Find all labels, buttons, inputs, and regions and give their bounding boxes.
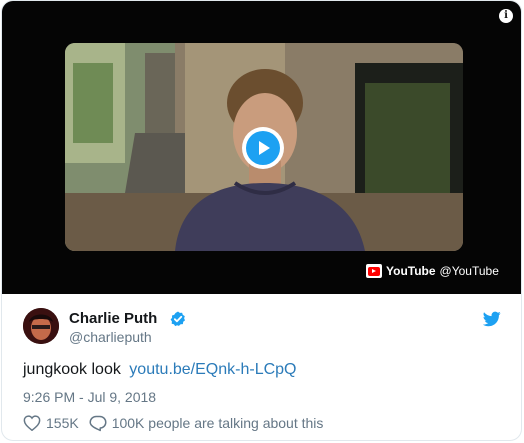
avatar[interactable] (23, 308, 59, 344)
author-display-name[interactable]: Charlie Puth (69, 310, 157, 327)
tweet-text: jungkook look youtu.be/EQnk-h-LCpQ (23, 361, 297, 379)
video-provider: YouTube (386, 264, 436, 278)
tweet-actions: 155K 100K people are talking about this (23, 413, 323, 433)
comment-icon (89, 415, 107, 431)
youtube-attribution-link[interactable]: YouTube @YouTube (366, 263, 499, 279)
youtube-logo-icon (366, 264, 382, 278)
avatar-image (23, 308, 59, 344)
info-icon[interactable]: i (499, 9, 513, 23)
twitter-bird-icon[interactable] (483, 311, 501, 327)
video-embed[interactable]: i YouTube @YouTube (2, 1, 521, 294)
tweet-body: jungkook look (23, 361, 121, 378)
embedded-tweet-card: i YouTube @YouTube Charlie Puth @charlie… (1, 0, 522, 441)
like-button[interactable]: 155K (23, 415, 79, 431)
tweet-link[interactable]: youtu.be/EQnk-h-LCpQ (129, 361, 296, 378)
author-handle[interactable]: @charlieputh (69, 329, 152, 345)
video-provider-handle: @YouTube (439, 264, 499, 278)
tweet-timestamp[interactable]: 9:26 PM - Jul 9, 2018 (23, 389, 156, 405)
verified-badge-icon (170, 311, 185, 327)
heart-icon (23, 415, 41, 431)
talking-count: 100K people are talking about this (111, 415, 324, 431)
like-count: 155K (46, 415, 79, 431)
conversation-link[interactable]: 100K people are talking about this (89, 415, 324, 432)
play-button[interactable] (242, 127, 284, 169)
play-icon (259, 141, 270, 155)
